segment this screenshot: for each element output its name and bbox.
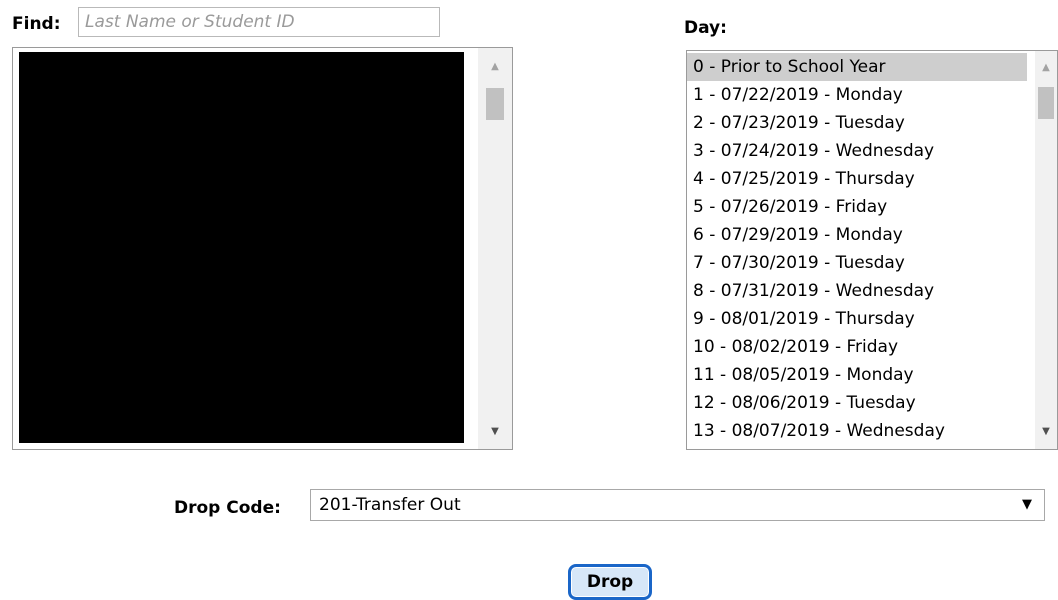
day-option[interactable]: 1 - 07/22/2019 - Monday bbox=[687, 81, 1027, 109]
day-option[interactable]: 0 - Prior to School Year bbox=[687, 53, 1027, 81]
scroll-thumb[interactable] bbox=[486, 88, 504, 120]
drop-code-label: Drop Code: bbox=[174, 498, 281, 518]
day-option[interactable]: 5 - 07/26/2019 - Friday bbox=[687, 193, 1027, 221]
day-option[interactable]: 9 - 08/01/2019 - Thursday bbox=[687, 305, 1027, 333]
student-list[interactable]: ▲ ▼ bbox=[12, 47, 513, 450]
day-option[interactable]: 10 - 08/02/2019 - Friday bbox=[687, 333, 1027, 361]
redacted-student-names bbox=[19, 52, 464, 443]
drop-code-value: 201-Transfer Out bbox=[319, 495, 461, 515]
arrow-down-icon[interactable]: ▼ bbox=[1035, 421, 1057, 443]
day-option[interactable]: 3 - 07/24/2019 - Wednesday bbox=[687, 137, 1027, 165]
day-label: Day: bbox=[684, 18, 727, 38]
day-option[interactable]: 11 - 08/05/2019 - Monday bbox=[687, 361, 1027, 389]
day-items: 0 - Prior to School Year 1 - 07/22/2019 -… bbox=[687, 53, 1027, 445]
day-option[interactable]: 8 - 07/31/2019 - Wednesday bbox=[687, 277, 1027, 305]
day-option[interactable]: 4 - 07/25/2019 - Thursday bbox=[687, 165, 1027, 193]
find-input[interactable] bbox=[78, 7, 440, 37]
arrow-down-icon[interactable]: ▼ bbox=[478, 421, 512, 443]
day-option[interactable]: 6 - 07/29/2019 - Monday bbox=[687, 221, 1027, 249]
drop-code-select[interactable]: 201-Transfer Out ▼ bbox=[310, 489, 1045, 521]
day-option[interactable]: 7 - 07/30/2019 - Tuesday bbox=[687, 249, 1027, 277]
day-list-scrollbar[interactable]: ▲ ▼ bbox=[1035, 51, 1057, 449]
day-option[interactable]: 2 - 07/23/2019 - Tuesday bbox=[687, 109, 1027, 137]
student-list-scrollbar[interactable]: ▲ ▼ bbox=[478, 48, 512, 449]
day-option[interactable]: 12 - 08/06/2019 - Tuesday bbox=[687, 389, 1027, 417]
chevron-down-icon[interactable]: ▼ bbox=[1022, 490, 1032, 520]
day-option[interactable]: 13 - 08/07/2019 - Wednesday bbox=[687, 417, 1027, 445]
find-label: Find: bbox=[12, 14, 61, 34]
scroll-thumb[interactable] bbox=[1038, 87, 1054, 119]
day-list[interactable]: 0 - Prior to School Year 1 - 07/22/2019 -… bbox=[686, 50, 1058, 450]
arrow-up-icon[interactable]: ▲ bbox=[478, 56, 512, 78]
drop-button[interactable]: Drop bbox=[568, 564, 652, 600]
arrow-up-icon[interactable]: ▲ bbox=[1035, 57, 1057, 79]
